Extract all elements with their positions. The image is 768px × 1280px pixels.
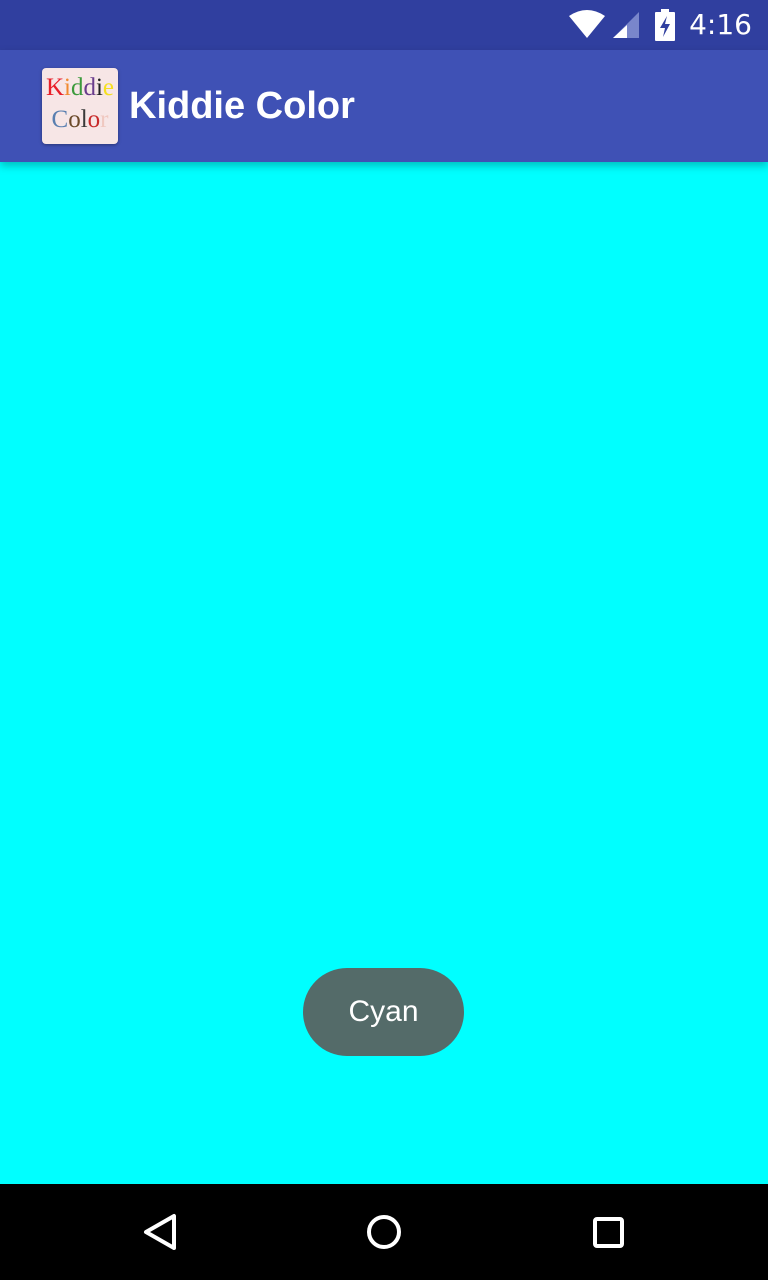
wifi-icon bbox=[569, 10, 606, 38]
back-icon bbox=[144, 1214, 176, 1250]
logo-letter: C bbox=[51, 106, 69, 133]
logo-letter: d bbox=[70, 74, 84, 101]
status-icons: 4:16 bbox=[569, 0, 752, 50]
home-button[interactable] bbox=[360, 1208, 408, 1256]
app-logo: Kiddie Color bbox=[42, 68, 118, 144]
recents-icon bbox=[593, 1217, 624, 1248]
clock: 4:16 bbox=[689, 8, 752, 41]
logo-letter: r bbox=[100, 106, 109, 133]
nav-bar bbox=[0, 1184, 768, 1280]
logo-letter: d bbox=[83, 74, 96, 101]
app-title: Kiddie Color bbox=[129, 85, 355, 127]
screen: 4:16 Kiddie Color Kiddie Color Cyan bbox=[0, 0, 768, 1280]
back-button[interactable] bbox=[136, 1208, 184, 1256]
battery-charging-icon bbox=[655, 9, 676, 41]
logo-letter: o bbox=[87, 106, 101, 133]
logo-line-1: Kiddie bbox=[42, 72, 118, 104]
logo-letter: o bbox=[68, 106, 81, 133]
status-bar: 4:16 bbox=[0, 0, 768, 50]
recents-button[interactable] bbox=[584, 1208, 632, 1256]
logo-letter: l bbox=[80, 106, 88, 133]
logo-letter: K bbox=[45, 74, 65, 101]
toast-message: Cyan bbox=[303, 968, 464, 1056]
logo-letter: i bbox=[95, 74, 103, 101]
cell-signal-icon bbox=[613, 12, 640, 38]
logo-letter: i bbox=[64, 74, 71, 101]
app-bar: Kiddie Color Kiddie Color bbox=[0, 50, 768, 162]
logo-line-2: Color bbox=[42, 104, 118, 136]
logo-letter: e bbox=[102, 74, 115, 101]
home-icon bbox=[367, 1215, 401, 1249]
